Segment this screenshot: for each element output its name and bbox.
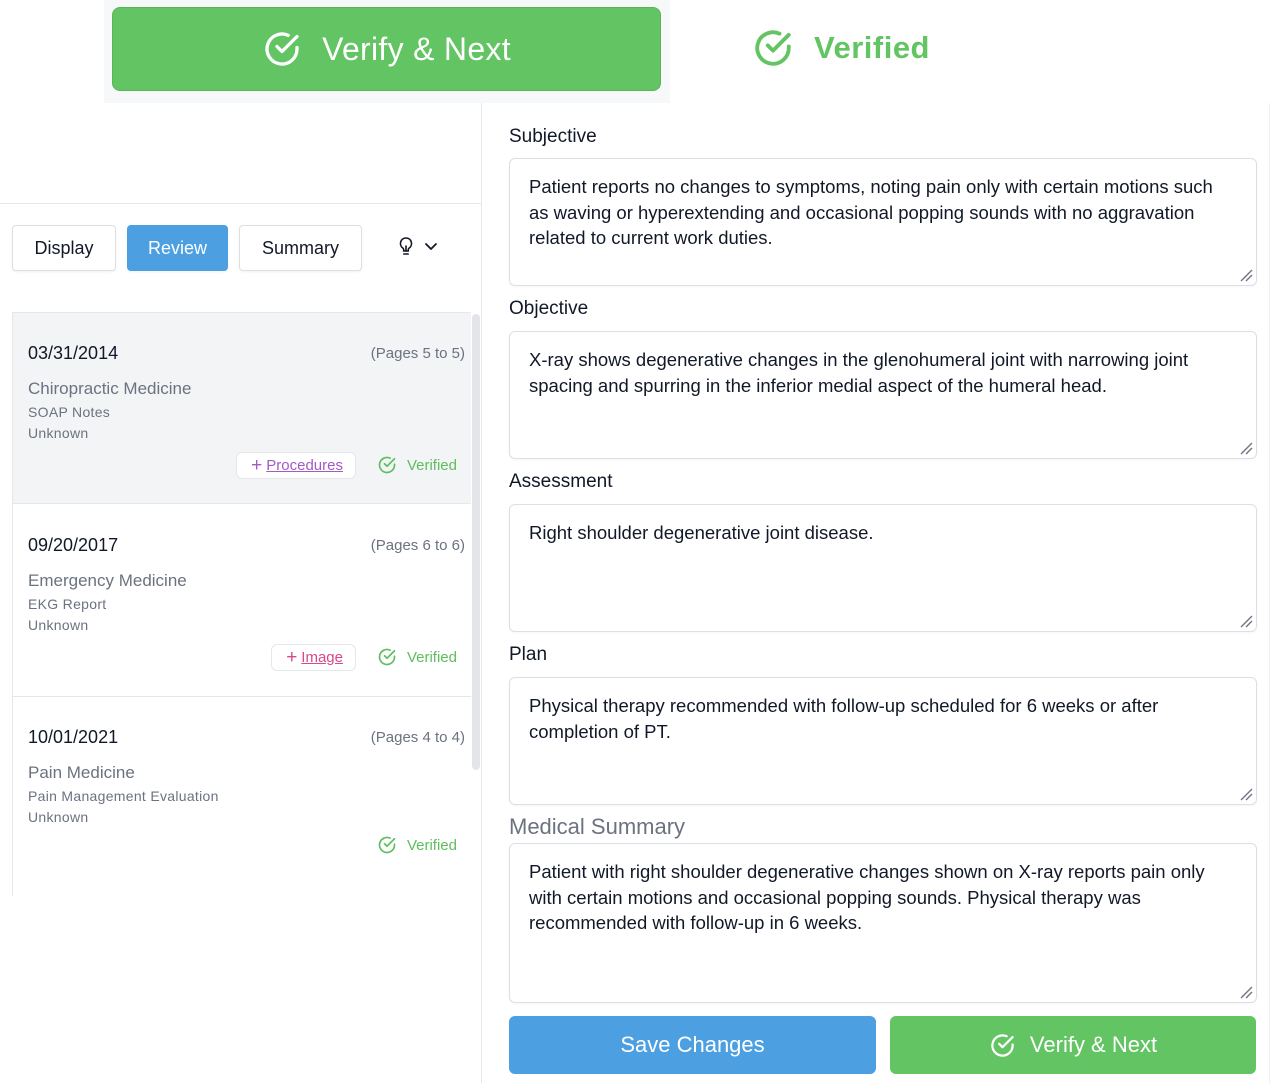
subjective-textarea[interactable]: Patient reports no changes to symptoms, … <box>509 158 1257 286</box>
objective-label: Objective <box>509 298 589 319</box>
objective-text: X-ray shows degenerative changes in the … <box>529 349 1189 396</box>
verified-label: Verified <box>406 836 457 854</box>
add-procedures-button[interactable]: + Procedures <box>236 452 356 479</box>
list-item[interactable]: 10/01/2021 (Pages 4 to 4) Pain Medicine … <box>13 697 471 889</box>
list-item[interactable]: 09/20/2017 (Pages 6 to 6) Emergency Medi… <box>13 505 471 697</box>
record-specialty: Emergency Medicine <box>28 571 187 590</box>
plan-label: Plan <box>509 644 548 665</box>
check-circle-icon <box>378 648 396 666</box>
tab-display[interactable]: Display <box>12 225 116 271</box>
save-changes-button[interactable]: Save Changes <box>509 1016 876 1074</box>
left-panel-header <box>0 103 482 204</box>
verified-status-zoomed: Verified <box>752 26 930 70</box>
assessment-textarea[interactable]: Right shoulder degenerative joint diseas… <box>509 504 1257 632</box>
lightbulb-icon <box>399 237 413 255</box>
tab-review[interactable]: Review <box>127 225 228 271</box>
verify-next-button-zoomed[interactable]: Verify & Next <box>112 7 661 91</box>
plus-icon: + <box>251 455 263 476</box>
list-item[interactable]: 03/31/2014 (Pages 5 to 5) Chiropractic M… <box>13 312 471 504</box>
resize-handle-icon[interactable] <box>1239 441 1253 455</box>
plan-text: Physical therapy recommended with follow… <box>529 695 1159 742</box>
resize-handle-icon[interactable] <box>1239 614 1253 628</box>
assessment-label: Assessment <box>509 471 613 492</box>
tab-summary[interactable]: Summary <box>239 225 362 271</box>
add-image-label: Image <box>301 649 343 666</box>
add-image-button[interactable]: + Image <box>271 644 356 671</box>
verify-next-button[interactable]: Verify & Next <box>890 1016 1256 1074</box>
medical-summary-text: Patient with right shoulder degenerative… <box>529 861 1205 933</box>
resize-handle-icon[interactable] <box>1239 268 1253 282</box>
chevron-down-icon <box>425 243 437 250</box>
verified-label: Verified <box>814 30 930 65</box>
objective-textarea[interactable]: X-ray shows degenerative changes in the … <box>509 331 1257 459</box>
record-provider: Unknown <box>28 425 89 441</box>
check-circle-icon <box>378 456 396 474</box>
record-specialty: Chiropractic Medicine <box>28 379 192 398</box>
record-type: SOAP Notes <box>28 404 111 420</box>
medical-summary-label: Medical Summary <box>509 814 686 839</box>
subjective-text: Patient reports no changes to symptoms, … <box>529 176 1213 248</box>
assessment-text: Right shoulder degenerative joint diseas… <box>529 522 874 543</box>
record-date: 10/01/2021 <box>28 727 119 747</box>
verified-badge: Verified <box>377 647 457 667</box>
verify-next-label: Verify & Next <box>322 30 511 67</box>
check-circle-icon <box>265 32 299 66</box>
record-provider: Unknown <box>28 809 89 825</box>
plan-textarea[interactable]: Physical therapy recommended with follow… <box>509 677 1257 805</box>
view-tabs: Display Review Summary <box>12 225 362 271</box>
records-list-scrollbar[interactable] <box>472 314 480 770</box>
right-panel-edge <box>1269 103 1270 1083</box>
record-pages: (Pages 4 to 4) <box>370 729 465 746</box>
resize-handle-icon[interactable] <box>1239 985 1253 999</box>
subjective-label: Subjective <box>509 126 597 147</box>
check-circle-icon <box>378 836 396 854</box>
verified-label: Verified <box>406 456 457 474</box>
verified-badge: Verified <box>377 835 457 855</box>
check-circle-icon <box>755 30 791 66</box>
record-specialty: Pain Medicine <box>28 763 135 782</box>
record-type: Pain Management Evaluation <box>28 788 219 804</box>
verify-next-label: Verify & Next <box>1029 1032 1158 1057</box>
resize-handle-icon[interactable] <box>1239 787 1253 801</box>
medical-summary-textarea[interactable]: Patient with right shoulder degenerative… <box>509 843 1257 1003</box>
verified-label: Verified <box>406 648 457 666</box>
record-type: EKG Report <box>28 596 107 612</box>
record-pages: (Pages 5 to 5) <box>370 345 465 362</box>
plus-icon: + <box>286 647 298 668</box>
check-circle-icon <box>991 1033 1014 1057</box>
record-provider: Unknown <box>28 617 89 633</box>
verified-badge: Verified <box>377 455 457 475</box>
record-date: 03/31/2014 <box>28 343 119 363</box>
add-procedures-label: Procedures <box>266 457 343 474</box>
tips-dropdown-toggle[interactable] <box>398 236 438 258</box>
record-date: 09/20/2017 <box>28 535 119 555</box>
record-pages: (Pages 6 to 6) <box>370 537 465 554</box>
